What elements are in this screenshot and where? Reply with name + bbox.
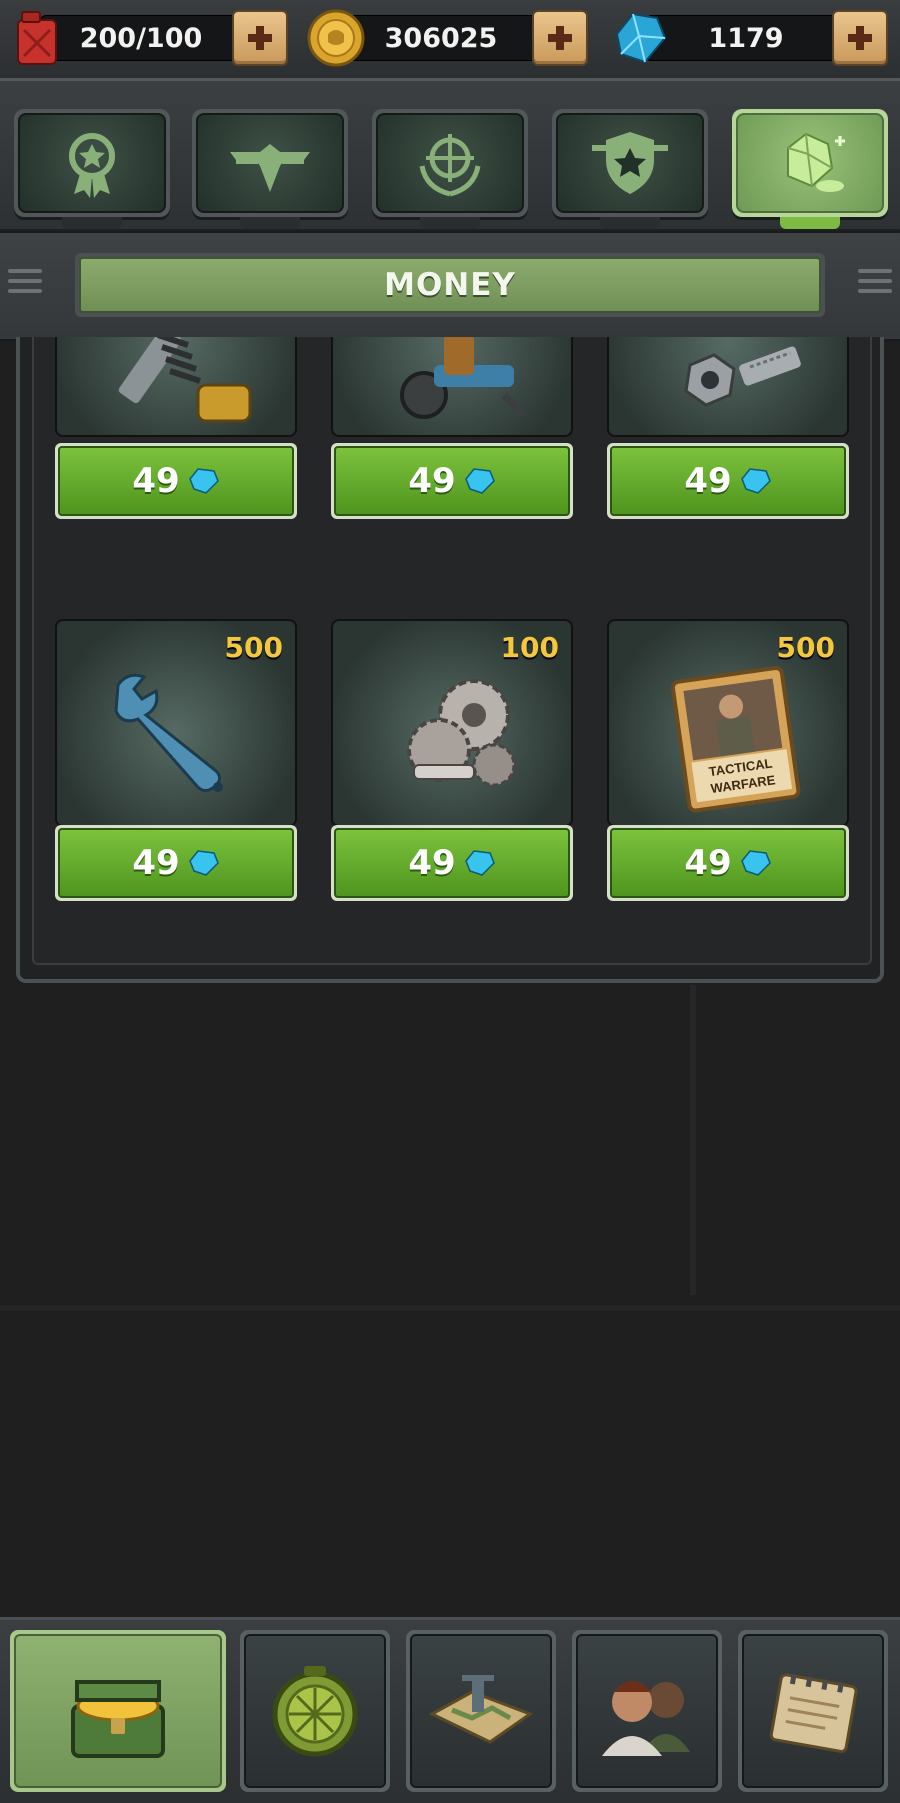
nav-soldiers[interactable] (572, 1630, 722, 1792)
price-label: 49 (132, 461, 180, 501)
item-image: 100 (331, 619, 573, 827)
section-title-plate: MONEY (75, 253, 825, 317)
gem-icon (615, 12, 667, 64)
item-image: 500 TACTICAL WARFARE (607, 619, 849, 827)
nav-map[interactable] (406, 1630, 556, 1792)
item-image (55, 337, 297, 437)
gem-icon (740, 850, 771, 876)
eagle-icon (230, 144, 310, 192)
shop-panel: 49 49 49 500 49 100 49 500 TACTICAL WARF… (16, 337, 884, 983)
shield-star-icon (592, 132, 668, 194)
map-icon (428, 1675, 534, 1744)
gem-icon (464, 468, 495, 494)
tab-crosshair[interactable] (372, 109, 528, 217)
nav-shop[interactable] (10, 1630, 226, 1792)
tab-medals[interactable] (14, 109, 170, 217)
item-image (331, 337, 573, 437)
add-gems-button[interactable] (832, 10, 888, 66)
tactical-warfare-book-icon: TACTICAL WARFARE (670, 666, 801, 813)
fuel-can-icon (17, 11, 57, 65)
medal-icon (69, 133, 115, 198)
price-label: 49 (408, 843, 456, 883)
treasure-chest-icon (71, 1680, 165, 1758)
gem-icon (464, 850, 495, 876)
category-tabs (0, 81, 900, 229)
money-icon (787, 132, 845, 192)
nav-notebook[interactable] (738, 1630, 888, 1792)
section-header: MONEY (0, 231, 900, 342)
compass-icon (272, 1666, 358, 1757)
buy-button[interactable]: 49 (607, 825, 849, 901)
resource-bar: 200/100 306025 1179 (0, 0, 900, 81)
price-label: 49 (684, 843, 732, 883)
plus-icon (548, 26, 572, 50)
fuel-resource: 200/100 (0, 8, 290, 66)
coins-value: 306025 (340, 15, 542, 61)
buy-button[interactable]: 49 (55, 443, 297, 519)
gems-value: 1179 (645, 15, 847, 61)
bolts-icon (684, 346, 801, 407)
drill-parts-icon (400, 337, 527, 419)
add-fuel-button[interactable] (232, 10, 288, 66)
fuel-value: 200/100 (40, 15, 242, 61)
tab-eagle[interactable] (192, 109, 348, 217)
coins-resource: 306025 (300, 8, 590, 67)
section-title: MONEY (79, 257, 821, 313)
gold-coin-icon (307, 9, 365, 67)
item-image (607, 337, 849, 437)
price-label: 49 (684, 461, 732, 501)
item-image: 500 (55, 619, 297, 827)
buy-button[interactable]: 49 (607, 443, 849, 519)
buy-button[interactable]: 49 (331, 443, 573, 519)
bottom-navigation (0, 1617, 900, 1803)
plus-icon (848, 26, 872, 50)
plus-icon (248, 26, 272, 50)
notebook-icon (769, 1673, 858, 1753)
nav-compass[interactable] (240, 1630, 390, 1792)
gears-icon (407, 679, 516, 787)
add-coins-button[interactable] (532, 10, 588, 66)
price-label: 49 (408, 461, 456, 501)
buy-button[interactable]: 49 (55, 825, 297, 901)
wrench-icon (114, 673, 223, 792)
soldiers-icon (602, 1681, 690, 1756)
gem-icon (188, 850, 219, 876)
tab-shield[interactable] (552, 109, 708, 217)
spring-parts-icon (118, 337, 252, 423)
crosshair-icon (419, 134, 481, 197)
gems-resource: 1179 (605, 8, 900, 66)
gem-icon (740, 468, 771, 494)
price-label: 49 (132, 843, 180, 883)
tab-money[interactable] (732, 109, 888, 217)
buy-button[interactable]: 49 (331, 825, 573, 901)
gem-icon (188, 468, 219, 494)
